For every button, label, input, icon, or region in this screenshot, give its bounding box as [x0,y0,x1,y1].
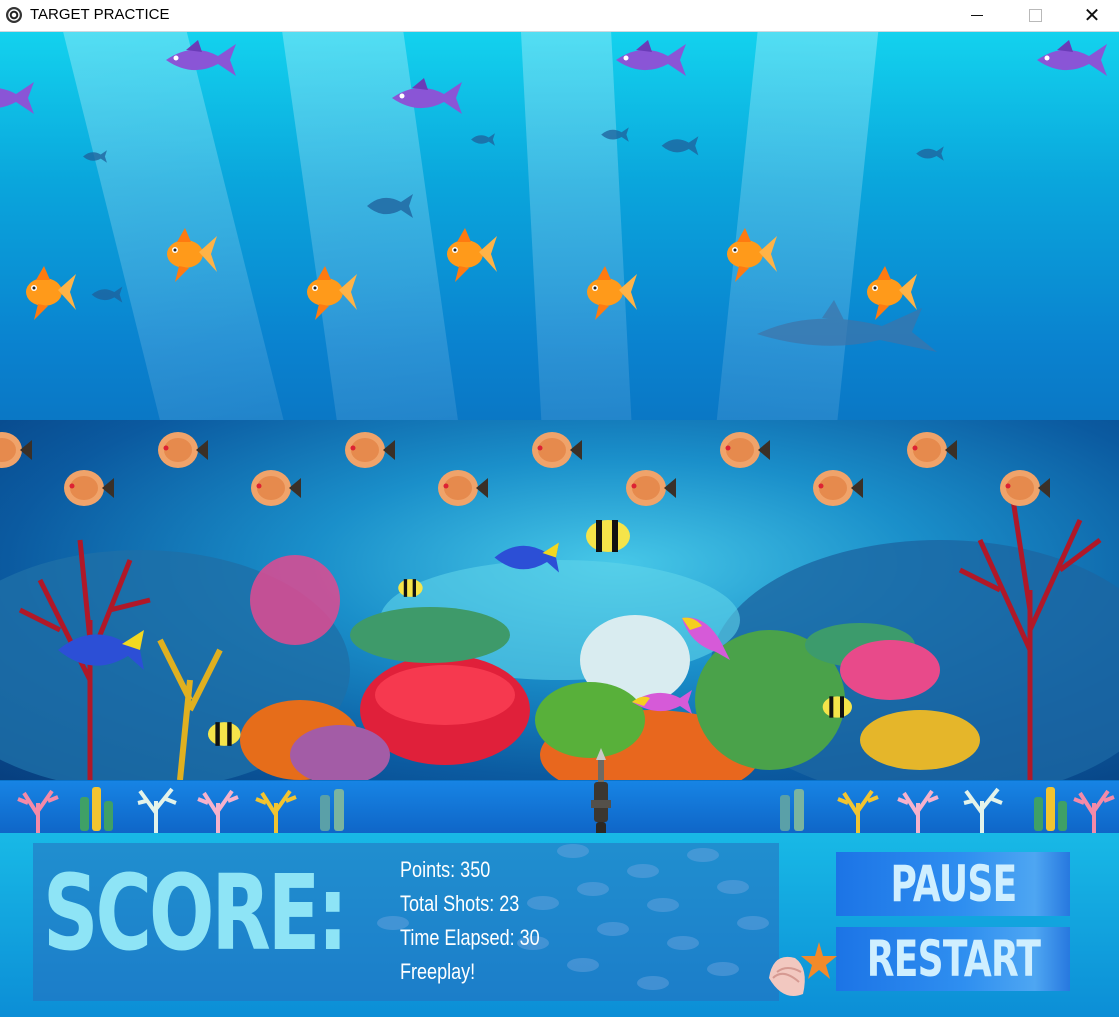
discus-fish-target[interactable] [622,466,678,510]
pink-coral-icon [17,789,59,833]
game-field[interactable] [0,32,1119,780]
window-title: TARGET PRACTICE [30,6,170,23]
tube-coral-icon [80,787,113,831]
purple-fish-target[interactable] [612,38,690,80]
discus-fish-target[interactable] [60,466,116,510]
white-coral-icon [963,787,1003,833]
score-label: SCORE: [43,852,348,974]
small-fish-silhouette [661,136,699,156]
purple-fish-target[interactable] [1033,38,1111,80]
goldfish-target[interactable] [435,222,499,286]
pink-fish [682,617,730,660]
small-fish-silhouette [601,127,629,142]
close-button[interactable]: ✕ [1063,0,1119,31]
mode-text: Freeplay! [400,959,476,984]
pink-fish [632,690,692,714]
angelfish [398,579,423,597]
discus-fish-target[interactable] [528,428,584,472]
close-icon: ✕ [1083,4,1101,27]
discus-fish-target[interactable] [903,428,959,472]
stats-block: Points: 350 Total Shots: 23 Time Elapsed… [400,853,540,989]
coral-strip [0,781,1119,833]
total-shots-text: Total Shots: 23 [400,891,520,916]
pause-button[interactable]: PAUSE [836,852,1070,916]
maximize-button[interactable] [1006,0,1064,31]
discus-fish-target[interactable] [0,428,34,472]
goldfish-target[interactable] [575,260,639,324]
small-fish-silhouette [83,150,107,163]
purple-fish-target[interactable] [388,76,466,118]
points-text: Points: 350 [400,857,491,882]
maximize-icon [1028,9,1042,22]
small-fish-silhouette [916,146,944,161]
minimize-icon [971,15,983,16]
discus-fish-target[interactable] [434,466,490,510]
goldfish-target[interactable] [155,222,219,286]
restart-button[interactable]: RESTART [836,927,1070,991]
score-panel: SCORE: Points: 350 Total Shots: 23 Time … [33,843,779,1001]
title-bar: TARGET PRACTICE ✕ [0,0,1119,32]
purple-fish-target[interactable] [162,38,240,80]
discus-fish-target[interactable] [996,466,1052,510]
discus-fish-target[interactable] [809,466,865,510]
minimize-button[interactable] [948,0,1006,31]
seashell-starfish-icon [769,942,837,996]
tube-coral-icon [780,789,804,831]
small-fish-silhouette [367,194,413,218]
pink-coral-icon [1073,789,1115,833]
discus-fish-target[interactable] [341,428,397,472]
goldfish-target[interactable] [295,260,359,324]
purple-fish-target[interactable] [0,76,38,118]
yellow-coral-icon [255,789,297,833]
blue-tang-fish [58,630,144,670]
angelfish [207,722,241,746]
small-fish-silhouette [471,133,495,146]
discus-fish-target[interactable] [247,466,303,510]
tube-coral-icon [320,789,344,831]
goldfish-target[interactable] [14,260,78,324]
coral-reef [0,420,1119,780]
discus-fish-target[interactable] [716,428,772,472]
tube-coral-icon [1034,787,1067,831]
angelfish [822,696,852,718]
angelfish [586,520,630,552]
small-fish-silhouette [91,286,123,303]
white-coral-icon [137,787,177,833]
goldfish-target[interactable] [855,260,919,324]
restart-label: RESTART [866,930,1040,988]
pink-coral-icon [197,789,239,833]
yellow-coral-icon [837,789,879,833]
pause-label: PAUSE [889,855,1017,913]
time-elapsed-text: Time Elapsed: 30 [400,925,540,950]
target-icon [6,7,22,23]
pink-coral-icon [897,789,939,833]
blue-tang-fish [494,542,559,573]
goldfish-target[interactable] [715,222,779,286]
discus-fish-target[interactable] [154,428,210,472]
